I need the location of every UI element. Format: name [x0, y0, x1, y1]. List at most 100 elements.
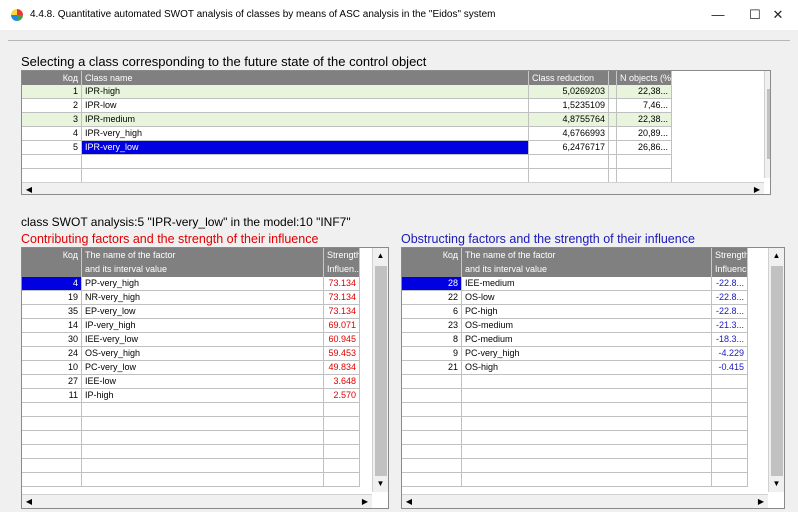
scroll-thumb[interactable]	[767, 89, 770, 159]
col-strength-header[interactable]: Strength Influence	[712, 248, 748, 277]
empty-row	[402, 389, 748, 403]
factor-name-cell: EP-very_low	[82, 305, 324, 319]
col-class-reduction-header[interactable]: Class reduction	[529, 71, 609, 85]
scroll-thumb[interactable]	[771, 266, 783, 476]
factor-code-cell: 30	[22, 333, 82, 347]
factor-row[interactable]: 14 IP-very_high 69.071	[22, 319, 360, 333]
col-code-header[interactable]: Код	[22, 248, 82, 277]
table-row[interactable]: 3 IPR-medium 4,8755764 22,38...	[22, 113, 764, 127]
table-row[interactable]: 2 IPR-low 1,5235109 7,46...	[22, 99, 764, 113]
factor-row[interactable]: 8 PC-medium -18.3...	[402, 333, 748, 347]
strength-header-line2: Influence	[715, 264, 748, 274]
factor-row[interactable]: 10 PC-very_low 49.834	[22, 361, 360, 375]
empty-cell	[22, 445, 82, 459]
factor-row[interactable]: 23 OS-medium -21.3...	[402, 319, 748, 333]
contributing-vscroll[interactable]: ▲ ▼	[372, 248, 388, 492]
factor-row[interactable]: 27 IEE-low 3.648	[22, 375, 360, 389]
factor-row[interactable]: 19 NR-very_high 73.134	[22, 291, 360, 305]
empty-cell	[462, 403, 712, 417]
class-table[interactable]: Код Class name Class reduction N objects…	[21, 70, 771, 195]
scroll-down-icon[interactable]: ▼	[373, 476, 388, 492]
table-row[interactable]: 5 IPR-very_low 6,2476717 26,86...	[22, 141, 764, 155]
class-table-hscroll[interactable]: ◀ ▶	[22, 182, 764, 194]
obstructing-hscroll[interactable]: ◀ ▶	[402, 494, 768, 508]
obstructing-vscroll[interactable]: ▲ ▼	[768, 248, 784, 492]
table-row	[22, 155, 764, 169]
factor-row[interactable]: 11 IP-high 2.570	[22, 389, 360, 403]
scroll-left-icon[interactable]: ◀	[22, 183, 36, 194]
factor-row[interactable]: 28 IEE-medium -22.8...	[402, 277, 748, 291]
scroll-down-icon[interactable]: ▼	[765, 162, 770, 178]
factor-code-cell: 4	[22, 277, 82, 291]
empty-cell	[462, 389, 712, 403]
factor-code-cell: 27	[22, 375, 82, 389]
n-objects-cell: 7,46...	[617, 99, 672, 113]
class-name-cell: IPR-high	[82, 85, 529, 99]
scroll-right-icon[interactable]: ▶	[358, 495, 372, 508]
scroll-left-icon[interactable]: ◀	[22, 495, 36, 508]
client-area: Selecting a class corresponding to the f…	[8, 40, 790, 512]
empty-cell	[324, 473, 360, 487]
col-class-name-header[interactable]: Class name	[82, 71, 529, 85]
empty-cell	[462, 473, 712, 487]
scroll-right-icon[interactable]: ▶	[754, 495, 768, 508]
contributing-hscroll[interactable]: ◀ ▶	[22, 494, 372, 508]
factor-row[interactable]: 21 OS-high -0.415	[402, 361, 748, 375]
col-factor-name-header[interactable]: The name of the factor and its interval …	[82, 248, 324, 277]
class-table-vscroll[interactable]: ▲ ▼	[764, 71, 770, 178]
empty-row	[22, 473, 360, 487]
col-factor-name-header[interactable]: The name of the factor and its interval …	[462, 248, 712, 277]
table-row[interactable]: 4 IPR-very_high 4,6766993 20,89...	[22, 127, 764, 141]
empty-cell	[609, 169, 617, 183]
scroll-up-icon[interactable]: ▲	[765, 71, 770, 87]
eidos-app-icon	[11, 9, 23, 21]
empty-cell	[402, 389, 462, 403]
empty-row	[22, 445, 360, 459]
scroll-down-icon[interactable]: ▼	[769, 476, 784, 492]
factor-code-cell: 28	[402, 277, 462, 291]
factor-row[interactable]: 24 OS-very_high 59.453	[22, 347, 360, 361]
scroll-right-icon[interactable]: ▶	[750, 183, 764, 194]
contributing-table[interactable]: Код The name of the factor and its inter…	[21, 247, 389, 509]
scroll-up-icon[interactable]: ▲	[769, 248, 784, 264]
factor-row[interactable]: 30 IEE-very_low 60.945	[22, 333, 360, 347]
factor-name-header-line1: The name of the factor	[85, 250, 176, 260]
factor-row[interactable]: 35 EP-very_low 73.134	[22, 305, 360, 319]
scroll-left-icon[interactable]: ◀	[402, 495, 416, 508]
empty-row	[22, 417, 360, 431]
strength-header-line1: Strength	[327, 250, 360, 260]
factor-name-cell: OS-low	[462, 291, 712, 305]
class-reduction-cell: 4,8755764	[529, 113, 609, 127]
col-strength-header[interactable]: Strength Influen...	[324, 248, 360, 277]
scroll-thumb[interactable]	[375, 266, 387, 476]
col-code-header[interactable]: Код	[402, 248, 462, 277]
scroll-up-icon[interactable]: ▲	[373, 248, 388, 264]
close-button[interactable]: ✕	[758, 0, 798, 30]
empty-row	[22, 431, 360, 445]
col-spacer-header	[609, 71, 617, 85]
empty-cell	[712, 459, 748, 473]
factor-strength-cell: 69.071	[324, 319, 360, 333]
col-n-objects-header[interactable]: N objects (%)	[617, 71, 672, 85]
class-name-cell: IPR-medium	[82, 113, 529, 127]
factor-name-cell: PC-high	[462, 305, 712, 319]
factor-row[interactable]: 22 OS-low -22.8...	[402, 291, 748, 305]
col-code-header[interactable]: Код	[22, 71, 82, 85]
table-row[interactable]: 1 IPR-high 5,0269203 22,38...	[22, 85, 764, 99]
factor-row[interactable]: 9 PC-very_high -4.229	[402, 347, 748, 361]
factor-row[interactable]: 6 PC-high -22.8...	[402, 305, 748, 319]
empty-cell	[324, 417, 360, 431]
factor-name-cell: PC-medium	[462, 333, 712, 347]
factor-code-cell: 35	[22, 305, 82, 319]
class-selection-heading: Selecting a class corresponding to the f…	[21, 54, 427, 69]
empty-cell	[324, 459, 360, 473]
factor-row[interactable]: 4 PP-very_high 73.134	[22, 277, 360, 291]
obstructing-table[interactable]: Код The name of the factor and its inter…	[401, 247, 785, 509]
contributing-title: Contributing factors and the strength of…	[21, 232, 319, 246]
spacer-cell	[609, 113, 617, 127]
factor-name-cell: IP-very_high	[82, 319, 324, 333]
minimize-button[interactable]: —	[698, 0, 738, 30]
empty-cell	[712, 431, 748, 445]
factor-strength-cell: 2.570	[324, 389, 360, 403]
empty-cell	[82, 417, 324, 431]
